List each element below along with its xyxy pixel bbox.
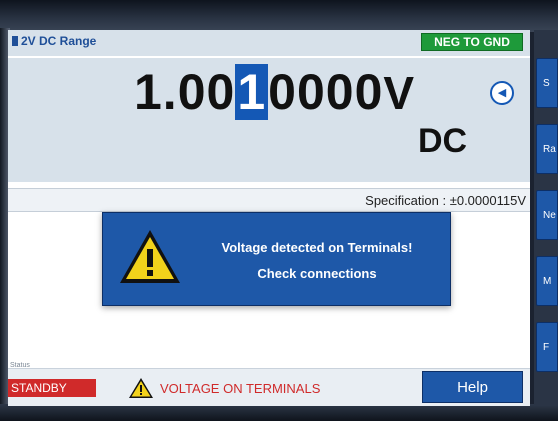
status-bar: STANDBY VOLTAGE ON TERMINALS Help: [8, 368, 530, 406]
help-button[interactable]: Help: [422, 371, 523, 403]
softkey-4[interactable]: M: [536, 256, 558, 306]
voltage-warning-text: VOLTAGE ON TERMINALS: [160, 381, 321, 396]
alert-message-line-2: Check connections: [257, 266, 377, 281]
specification-text: Specification : ±0.0000115V: [365, 193, 526, 208]
softkey-column: S Ra Ne M F: [534, 30, 558, 406]
softkey-3[interactable]: Ne: [536, 190, 558, 240]
specification-bar: Specification : ±0.0000115V: [8, 188, 530, 212]
range-label-text: 2V DC Range: [21, 34, 97, 48]
instrument-screen: 2V DC Range NEG TO GND 1.0010000V ◀ DC S…: [8, 30, 530, 406]
alert-message-line-1: Voltage detected on Terminals!: [221, 240, 413, 255]
bezel-top: [0, 0, 558, 32]
warning-icon: [129, 378, 153, 398]
main-reading[interactable]: 1.0010000V: [134, 64, 415, 120]
reading-digits-leading: 1.00: [134, 64, 236, 120]
reading-unit: V: [383, 67, 416, 119]
warning-triangle-icon: [120, 230, 180, 283]
softkey-5[interactable]: F: [536, 322, 558, 372]
cursor-left-icon[interactable]: ◀: [490, 81, 514, 105]
reading-cursor-digit[interactable]: 1: [235, 64, 269, 120]
reading-panel: 2V DC Range NEG TO GND 1.0010000V ◀ DC: [8, 30, 530, 182]
softkey-1[interactable]: S: [536, 58, 558, 108]
reading-digits-trailing: 0000: [268, 64, 384, 120]
range-label[interactable]: 2V DC Range: [12, 33, 96, 49]
range-marker-icon: [12, 36, 18, 46]
standby-badge[interactable]: STANDBY: [8, 379, 96, 397]
measurement-mode: DC: [418, 122, 468, 160]
bezel-bottom: [0, 404, 558, 421]
voltage-alert-dialog[interactable]: Voltage detected on Terminals! Check con…: [102, 212, 451, 306]
header-divider: [8, 56, 530, 58]
softkey-2[interactable]: Ra: [536, 124, 558, 174]
neg-to-gnd-badge[interactable]: NEG TO GND: [421, 33, 523, 51]
